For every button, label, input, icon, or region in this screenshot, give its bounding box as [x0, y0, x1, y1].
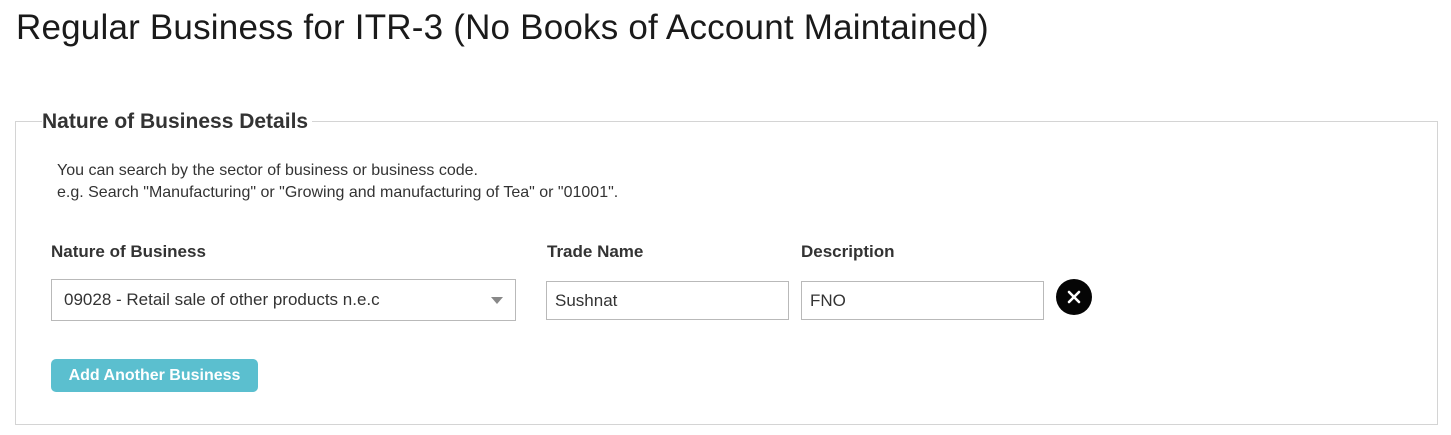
panel-legend: Nature of Business Details — [42, 108, 313, 136]
nature-of-business-value: 09028 - Retail sale of other products n.… — [64, 290, 380, 309]
page-title: Regular Business for ITR-3 (No Books of … — [16, 8, 989, 47]
remove-business-button[interactable] — [1056, 279, 1092, 315]
caret-down-icon — [491, 297, 503, 304]
description-input[interactable] — [801, 281, 1044, 320]
trade-name-label: Trade Name — [547, 242, 644, 261]
search-hint: You can search by the sector of business… — [57, 160, 618, 204]
trade-name-input[interactable] — [546, 281, 789, 320]
description-label: Description — [801, 242, 895, 261]
search-hint-line-1: You can search by the sector of business… — [57, 162, 478, 179]
nature-of-business-select[interactable]: 09028 - Retail sale of other products n.… — [51, 279, 516, 321]
search-hint-line-2: e.g. Search "Manufacturing" or "Growing … — [57, 184, 619, 201]
nature-of-business-label: Nature of Business — [51, 242, 206, 261]
add-another-business-button[interactable]: Add Another Business — [51, 359, 258, 392]
close-icon — [1067, 290, 1081, 304]
